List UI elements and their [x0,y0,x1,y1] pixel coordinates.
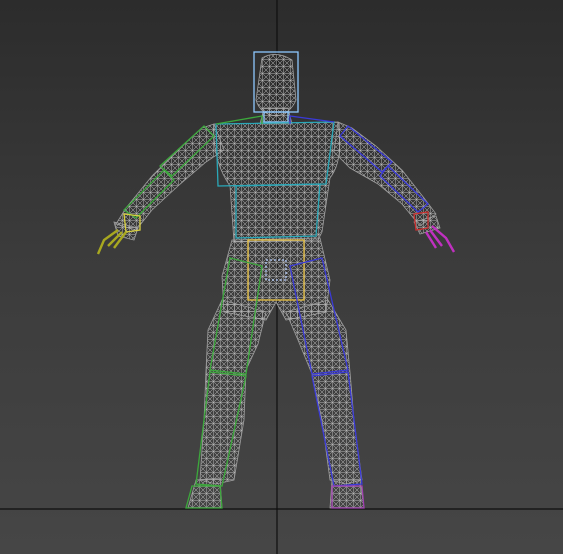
mesh-foot-left [187,477,223,509]
mesh-head [255,54,297,117]
viewport-canvas[interactable] [0,0,563,554]
bone-fingers-left[interactable] [96,229,127,255]
mesh-torso [213,121,341,243]
bone-fingers-right[interactable] [424,225,456,253]
mesh-leg-left [199,299,267,485]
3d-viewport[interactable] [0,0,563,554]
mesh-arm-left [115,123,225,231]
